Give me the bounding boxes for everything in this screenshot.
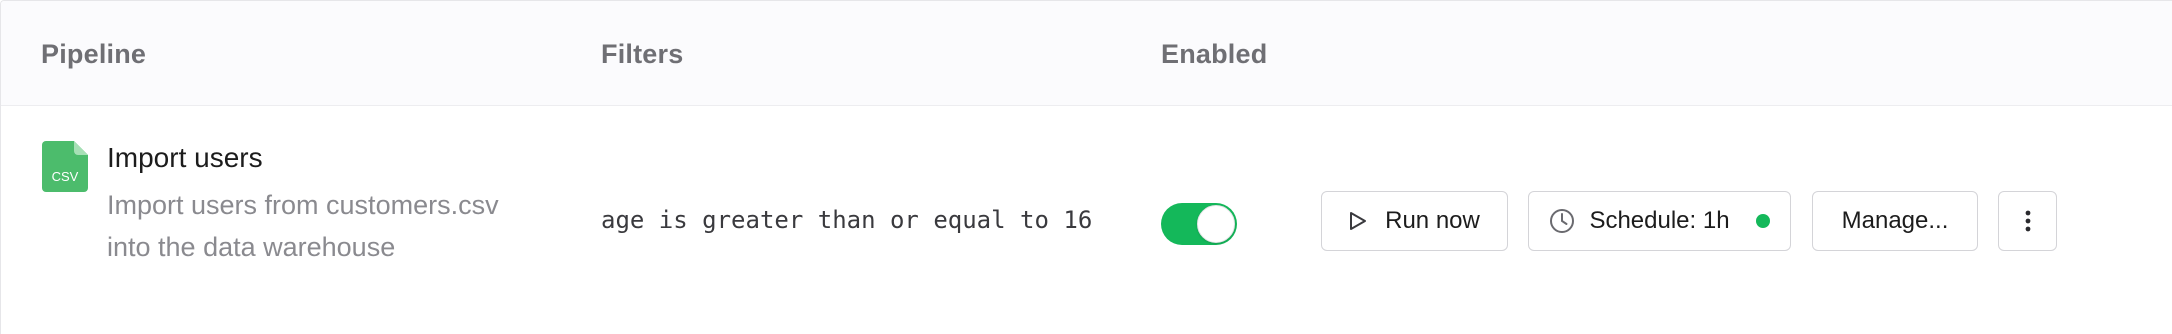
schedule-status-dot [1755, 214, 1770, 228]
run-now-label: Run now [1385, 207, 1480, 234]
pipeline-name[interactable]: Import users [107, 142, 263, 174]
run-now-button[interactable]: Run now [1321, 191, 1508, 251]
csv-file-icon: CSV [42, 141, 88, 192]
more-options-button[interactable] [1998, 191, 2057, 251]
filter-expression: age is greater than or equal to 16 [601, 206, 1093, 234]
manage-button[interactable]: Manage... [1812, 191, 1978, 251]
more-vertical-icon [2025, 210, 2031, 232]
pipeline-description: Import users from customers.csv into the… [107, 190, 499, 262]
column-header-pipeline: Pipeline [41, 39, 147, 69]
csv-badge-text: CSV [52, 169, 79, 184]
enabled-toggle[interactable] [1161, 203, 1237, 245]
toggle-knob [1197, 205, 1235, 243]
clock-icon [1549, 208, 1575, 234]
schedule-label: Schedule: 1h [1589, 207, 1730, 234]
pipelines-table: Pipeline Filters Enabled CSV Import user… [0, 0, 2172, 334]
column-header-enabled: Enabled [1161, 39, 1268, 69]
column-header-filters: Filters [601, 39, 684, 69]
play-icon [1349, 211, 1367, 231]
manage-label: Manage... [1841, 207, 1949, 234]
schedule-button[interactable]: Schedule: 1h [1528, 191, 1791, 251]
table-header: Pipeline Filters Enabled [1, 1, 2172, 106]
